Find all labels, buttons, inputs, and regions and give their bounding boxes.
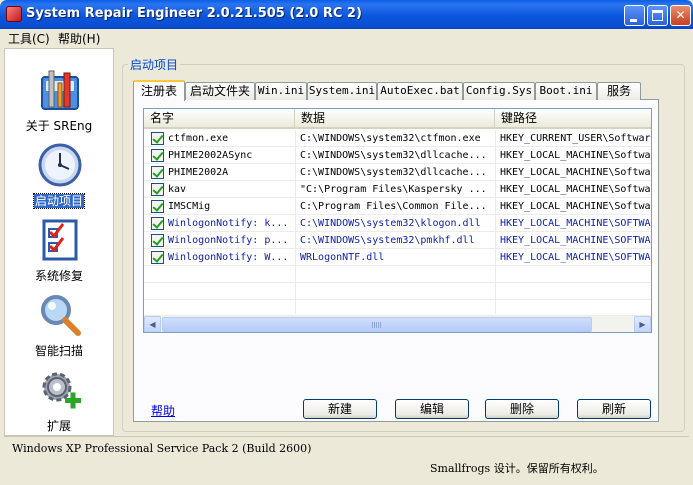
sidebar-item-startup[interactable]: 启动项目 [5,132,113,209]
column-header-name[interactable]: 名字 [144,109,295,128]
help-link[interactable]: 帮助 [151,402,175,419]
scroll-right-button[interactable]: ▶ [634,316,651,332]
scroll-left-button[interactable]: ◀ [144,316,161,332]
cell-key-path: HKEY_LOCAL_MACHINE\SOFTWA [500,218,651,229]
list-header: 名字 数据 键路径 [144,109,651,129]
tab-config-sys[interactable]: Config.Sys [463,82,535,100]
cell-data: C:\WINDOWS\system32\ctfmon.exe [300,133,481,144]
maximize-icon [652,10,663,21]
sidebar-item-about[interactable]: 关于 SREng [5,57,113,133]
new-button[interactable]: 新建 [303,399,377,419]
list-rows: ctfmon.exe C:\WINDOWS\system32\ctfmon.exe… [144,130,651,317]
tab-system-ini[interactable]: System.ini [307,82,377,100]
close-button[interactable]: ✕ [670,5,691,26]
title-bar[interactable]: System Repair Engineer 2.0.21.505 (2.0 R… [0,0,693,29]
cell-data: WRLogonNTF.dll [300,252,385,263]
arrow-right-icon: ▶ [639,320,646,329]
cell-name: WinlogonNotify: W... [168,252,289,263]
table-row[interactable]: WinlogonNotify: k... C:\WINDOWS\system32\… [144,215,651,232]
sidebar-item-extension[interactable]: 扩展 [5,357,113,433]
cell-name: WinlogonNotify: k... [168,218,289,229]
row-checkbox[interactable] [151,200,164,213]
status-divider [4,436,689,437]
scrollbar-thumb[interactable] [162,317,592,332]
cell-name: WinlogonNotify: p... [168,235,289,246]
refresh-button[interactable]: 刷新 [577,399,651,419]
row-checkbox[interactable] [151,149,164,162]
tab-win-ini[interactable]: Win.ini [255,82,307,100]
cell-name: PHIME2002A [168,167,229,178]
cell-name: kav [168,184,187,195]
delete-button[interactable]: 删除 [485,399,559,419]
app-icon[interactable] [6,6,22,22]
toolbox-icon [41,70,79,110]
group-title: 启动项目 [128,56,181,73]
arrow-left-icon: ◀ [149,320,156,329]
menu-bar: 工具(C) 帮助(H) [0,29,693,47]
sidebar-item-scan[interactable]: 智能扫描 [5,282,113,358]
gear-plus-icon [42,372,81,409]
sidebar-item-repair[interactable]: 系统修复 [5,207,113,283]
table-row[interactable]: WinlogonNotify: p... C:\WINDOWS\system32\… [144,232,651,249]
cell-name: ctfmon.exe [168,133,229,144]
table-row[interactable]: ctfmon.exe C:\WINDOWS\system32\ctfmon.exe… [144,130,651,147]
table-row[interactable]: PHIME2002ASync C:\WINDOWS\system32\dllcac… [144,147,651,164]
cell-data: C:\WINDOWS\system32\dllcache... [300,167,487,178]
cell-data: C:\Program Files\Common File... [300,201,487,212]
cell-key-path: HKEY_LOCAL_MACHINE\Softwa [500,184,651,195]
column-header-key-path[interactable]: 键路径 [495,109,651,128]
cell-key-path: HKEY_CURRENT_USER\Softwar [500,133,651,144]
cell-data: C:\WINDOWS\system32\klogon.dll [300,218,481,229]
row-checkbox[interactable] [151,234,164,247]
copyright-text: Smallfrogs 设计。保留所有权利。 [430,462,604,475]
table-row[interactable]: IMSCMig C:\Program Files\Common File... HK… [144,198,651,215]
cell-data: "C:\Program Files\Kaspersky ... [300,184,487,195]
minimize-icon [630,19,637,22]
grip-icon [372,322,381,328]
maximize-button[interactable] [647,5,668,26]
cell-key-path: HKEY_LOCAL_MACHINE\Softwa [500,167,651,178]
sidebar-item-label: 扩展 [46,419,71,433]
row-checkbox[interactable] [151,251,164,264]
registry-list[interactable]: 名字 数据 键路径 ctfmon.exe C:\WINDOWS\system32\… [143,108,652,333]
cell-name: PHIME2002ASync [168,150,253,161]
cell-key-path: HKEY_LOCAL_MACHINE\Softwa [500,150,651,161]
close-icon: ✕ [675,8,686,22]
horizontal-scrollbar[interactable]: ◀ ▶ [144,315,651,332]
row-checkbox[interactable] [151,183,164,196]
checklist-icon [42,219,78,261]
row-checkbox[interactable] [151,166,164,179]
window-title: System Repair Engineer 2.0.21.505 (2.0 R… [26,6,362,21]
tab-boot-ini[interactable]: Boot.ini [535,82,597,100]
table-row[interactable]: PHIME2002A C:\WINDOWS\system32\dllcache..… [144,164,651,181]
cell-key-path: HKEY_LOCAL_MACHINE\Softwa [500,201,651,212]
magnifier-icon [41,295,81,336]
row-checkbox[interactable] [151,217,164,230]
cell-data: C:\WINDOWS\system32\dllcache... [300,150,487,161]
table-row[interactable]: kav "C:\Program Files\Kaspersky ... HKEY_L… [144,181,651,198]
clock-icon [38,143,82,187]
cell-key-path: HKEY_LOCAL_MACHINE\SOFTWA [500,235,651,246]
row-checkbox[interactable] [151,132,164,145]
tab-autoexec-bat[interactable]: AutoExec.bat [377,82,463,100]
os-version-text: Windows XP Professional Service Pack 2 (… [12,442,312,455]
status-bar: Windows XP Professional Service Pack 2 (… [4,436,689,482]
sidebar: 关于 SREng 启动项目 系统修复 智能扫描 扩展 [4,48,114,436]
tab-services[interactable]: 服务 [597,82,641,100]
table-row[interactable]: WinlogonNotify: W... WRLogonNTF.dll HKEY_L… [144,249,651,266]
empty-row [144,266,651,283]
tab-startup-folder[interactable]: 启动文件夹 [185,82,255,100]
cell-key-path: HKEY_LOCAL_MACHINE\SOFTWA [500,252,651,263]
menu-help[interactable]: 帮助(H) [58,30,100,47]
tab-registry[interactable]: 注册表 [133,80,185,101]
cell-data: C:\WINDOWS\system32\pmkhf.dll [300,235,475,246]
cell-name: IMSCMig [168,201,211,212]
column-header-data[interactable]: 数据 [295,109,495,128]
edit-button[interactable]: 编辑 [395,399,469,419]
minimize-button[interactable] [624,5,645,26]
empty-row [144,283,651,300]
menu-tools[interactable]: 工具(C) [8,30,50,47]
